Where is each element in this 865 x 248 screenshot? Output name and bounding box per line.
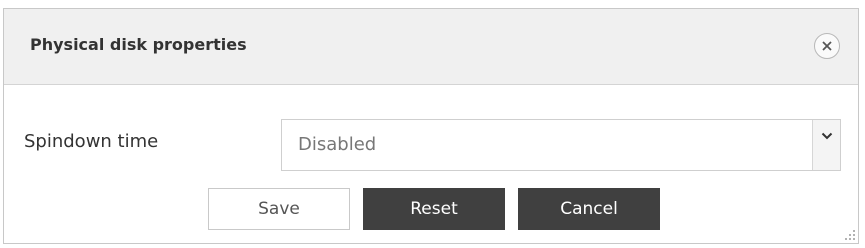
dialog-title: Physical disk properties (30, 35, 247, 54)
save-button[interactable]: Save (208, 188, 350, 230)
spindown-time-value: Disabled (298, 134, 377, 155)
close-button[interactable] (814, 33, 840, 59)
reset-button[interactable]: Reset (363, 188, 505, 230)
resize-grip-icon[interactable] (844, 229, 856, 241)
close-icon (822, 41, 832, 51)
physical-disk-properties-dialog: Physical disk properties Spindown time D… (3, 8, 859, 244)
cancel-button[interactable]: Cancel (518, 188, 660, 230)
dialog-titlebar: Physical disk properties (4, 9, 858, 85)
chevron-down-icon (821, 132, 832, 140)
spindown-time-select[interactable]: Disabled (281, 119, 841, 171)
select-arrow-button[interactable] (812, 120, 840, 170)
spindown-time-label: Spindown time (24, 131, 159, 152)
